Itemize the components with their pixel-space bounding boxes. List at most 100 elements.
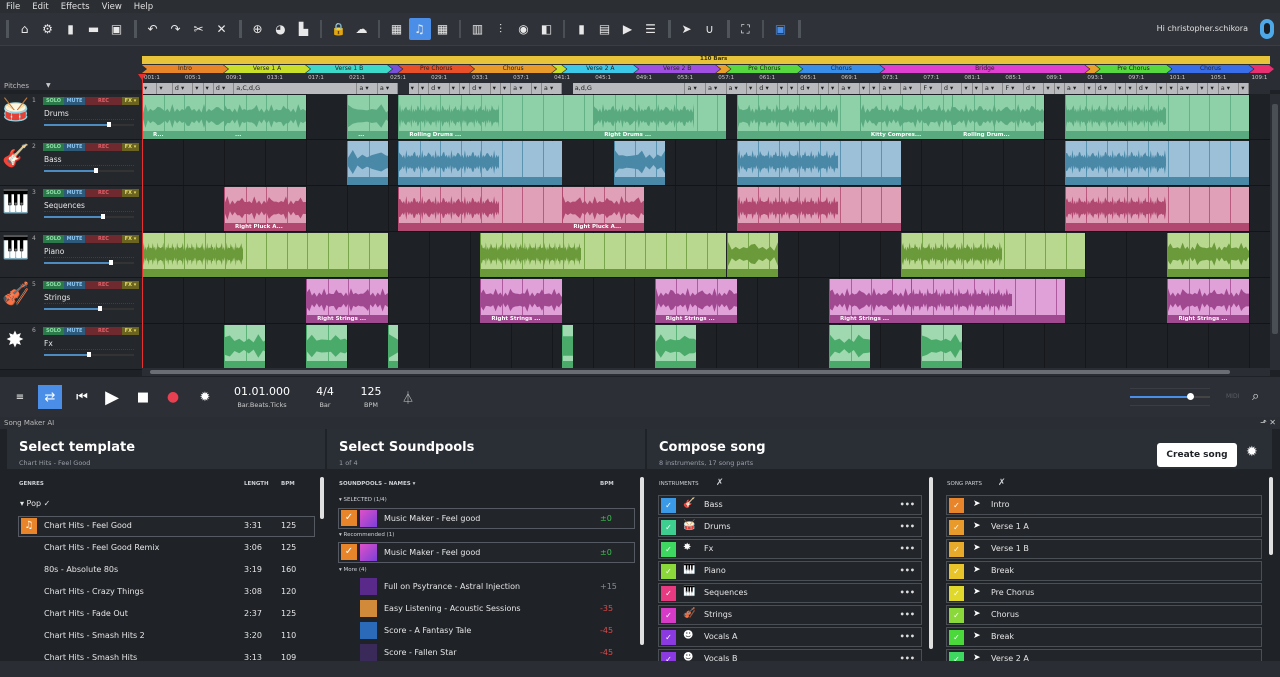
fx-button[interactable]: FX ▾: [122, 189, 139, 197]
chord-block[interactable]: ▾: [531, 83, 542, 94]
more-options-icon[interactable]: •••: [900, 566, 915, 575]
redo-icon[interactable]: ↷: [165, 18, 187, 40]
track-name[interactable]: Drums: [44, 109, 69, 118]
track-name[interactable]: Bass: [44, 155, 62, 164]
scrollbar-thumb[interactable]: [1272, 104, 1278, 334]
audio-clip[interactable]: [736, 141, 901, 185]
zoom-slider[interactable]: [1130, 393, 1210, 400]
horizontal-scrollbar[interactable]: [142, 368, 1270, 376]
menu-effects[interactable]: Effects: [61, 2, 90, 12]
chord-block[interactable]: d ▾: [757, 83, 778, 94]
audio-clip[interactable]: [306, 325, 348, 369]
fx-button[interactable]: FX ▾: [122, 327, 139, 335]
record-arm-button[interactable]: REC: [85, 97, 122, 105]
chord-block[interactable]: ▾: [1126, 83, 1137, 94]
drum-kit-icon[interactable]: 🥁: [2, 98, 29, 124]
bass-guitar-icon[interactable]: 🎸: [2, 144, 29, 170]
arrangement-part[interactable]: Verse 1 B: [306, 65, 392, 73]
video-icon[interactable]: ▶: [617, 18, 639, 40]
clip-label[interactable]: Right Strings ...: [481, 315, 563, 323]
chord-block[interactable]: a ▾: [880, 83, 901, 94]
audio-clip[interactable]: Right Strings ...: [480, 279, 563, 323]
chord-block[interactable]: a ▾: [377, 83, 399, 94]
pan-slider[interactable]: [44, 349, 134, 350]
arrangement-part[interactable]: Chorus: [798, 65, 884, 73]
menu-view[interactable]: View: [102, 2, 122, 12]
piano-icon[interactable]: 🎹: [2, 236, 29, 262]
clip-label[interactable]: Right Pluck A...: [225, 223, 307, 231]
clip-label[interactable]: [399, 177, 563, 185]
clip-label[interactable]: [614, 177, 665, 185]
playhead-marker-icon[interactable]: [138, 74, 146, 80]
group-more[interactable]: ▾ More (4): [339, 567, 367, 573]
song-part-row[interactable]: ✓ ➤ Chorus: [946, 605, 1262, 625]
audio-clip[interactable]: [398, 187, 563, 231]
magnet-icon[interactable]: ∪: [699, 18, 721, 40]
song-parts-scrollbar[interactable]: [1269, 477, 1273, 555]
create-song-button[interactable]: Create song: [1157, 443, 1237, 467]
volume-slider[interactable]: [44, 214, 134, 219]
audio-clip[interactable]: ...: [224, 95, 307, 139]
checkbox-checked-icon[interactable]: ✓: [341, 510, 357, 526]
volume-knob[interactable]: [94, 168, 99, 173]
audio-clip[interactable]: [613, 141, 665, 185]
track-name[interactable]: Fx: [44, 339, 53, 348]
volume-knob[interactable]: [101, 214, 106, 219]
track-header[interactable]: 🎹 4 SOLO MUTE REC FX ▾ Piano: [0, 232, 142, 278]
instrument-row[interactable]: ✓ 🎹 Sequences •••: [658, 583, 922, 603]
track-lane[interactable]: Right Strings ... Right Strings ... Right …: [142, 278, 1270, 324]
fx-button[interactable]: FX ▾: [122, 97, 139, 105]
solo-button[interactable]: SOLO: [43, 143, 64, 151]
levels-icon[interactable]: ▮: [571, 18, 593, 40]
chord-block[interactable]: ▾: [1198, 83, 1209, 94]
volume-knob[interactable]: [108, 260, 113, 265]
song-part-checkbox[interactable]: ✓: [949, 608, 964, 623]
track-lane[interactable]: R......... Rolling Drums ... Right Drums .…: [142, 94, 1270, 140]
clip-label[interactable]: [1168, 269, 1250, 277]
audio-clip[interactable]: [1167, 233, 1250, 277]
template-name[interactable]: Chart Hits - Crazy Things: [44, 587, 144, 596]
fx-icon[interactable]: ◉: [513, 18, 535, 40]
volume-slider[interactable]: [44, 122, 134, 127]
chord-block[interactable]: d ▾: [1136, 83, 1158, 94]
fullscreen-icon[interactable]: ⛶: [735, 18, 757, 40]
toolbar-grip[interactable]: [6, 20, 9, 38]
soundpool-name[interactable]: Music Maker - Feel good: [384, 514, 480, 523]
arrangement-part[interactable]: Pre Chorus: [398, 65, 474, 73]
toolbar-grip[interactable]: [798, 20, 801, 38]
chord-block[interactable]: ▾: [500, 83, 512, 94]
timeline-ruler[interactable]: 001:1 005:1 009:1 013:1 017:1 021:1 025:1 029:1…: [142, 74, 1270, 83]
chord-block[interactable]: ▾: [490, 83, 501, 94]
song-part-row[interactable]: ✓ ➤ Break: [946, 561, 1262, 581]
chord-block[interactable]: ▾: [1085, 83, 1096, 94]
audio-clip[interactable]: [736, 95, 860, 139]
track-lane[interactable]: [142, 324, 1270, 370]
more-options-icon[interactable]: •••: [900, 610, 915, 619]
clip-label[interactable]: [727, 269, 778, 277]
midi-indicator[interactable]: MIDI: [1226, 393, 1239, 400]
chord-block[interactable]: a ▾: [1177, 83, 1199, 94]
instrument-checkbox[interactable]: ✓: [661, 564, 676, 579]
instrument-checkbox[interactable]: ✓: [661, 608, 676, 623]
chord-block[interactable]: F ▾: [921, 83, 942, 94]
menu-file[interactable]: File: [6, 2, 20, 12]
solo-button[interactable]: SOLO: [43, 189, 64, 197]
soundpool-name[interactable]: Music Maker - Feel good: [384, 548, 480, 557]
grid-view-icon[interactable]: ▦: [432, 18, 454, 40]
chord-block[interactable]: d ▾: [1023, 83, 1045, 94]
clip-label[interactable]: ...: [225, 131, 307, 139]
clip-label[interactable]: Rolling Drums ...: [399, 131, 594, 139]
genre-pop[interactable]: ▾ Pop ✓: [20, 499, 50, 508]
chord-block[interactable]: ▾: [788, 83, 799, 94]
chord-block[interactable]: ▾: [449, 83, 460, 94]
chord-block[interactable]: d ▾: [798, 83, 819, 94]
menu-help[interactable]: Help: [134, 2, 153, 12]
save-icon[interactable]: ▣: [106, 18, 128, 40]
chord-block[interactable]: a ▾: [685, 83, 706, 94]
transport-settings-icon[interactable]: ✹: [193, 385, 217, 409]
mute-button[interactable]: MUTE: [64, 327, 85, 335]
record-arm-button[interactable]: REC: [85, 281, 122, 289]
chord-block[interactable]: d ▾: [1095, 83, 1117, 94]
time-signature[interactable]: 4/4: [310, 385, 340, 398]
audio-clip[interactable]: [726, 233, 778, 277]
